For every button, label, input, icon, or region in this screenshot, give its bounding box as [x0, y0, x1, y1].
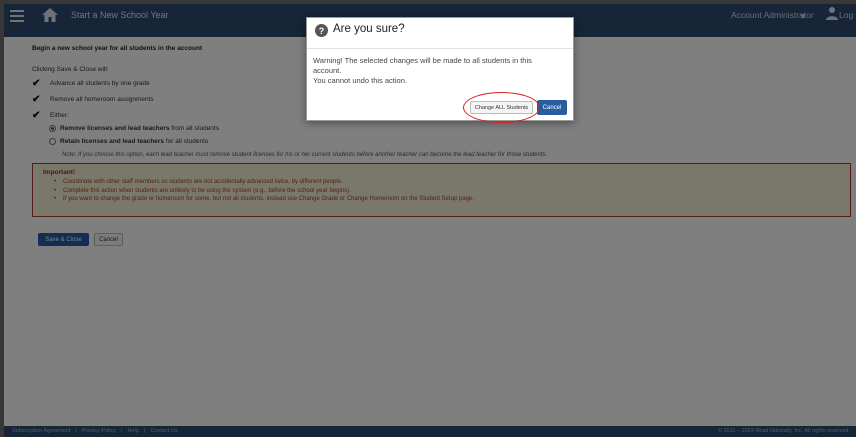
question-circle-icon: ?	[315, 24, 328, 37]
dialog-text-line: You cannot undo this action.	[313, 76, 407, 85]
dialog-header: ? Are you sure?	[307, 18, 573, 49]
dialog-text-line: account.	[313, 66, 342, 75]
dialog-text-line: Warning! The selected changes will be ma…	[313, 56, 532, 65]
highlight-circle	[463, 92, 540, 123]
confirm-dialog: ? Are you sure? Warning! The selected ch…	[306, 17, 574, 123]
dialog-cancel-button[interactable]: Cancel	[537, 100, 567, 115]
dialog-body: Warning! The selected changes will be ma…	[313, 56, 565, 86]
dialog-title: Are you sure?	[333, 23, 405, 35]
